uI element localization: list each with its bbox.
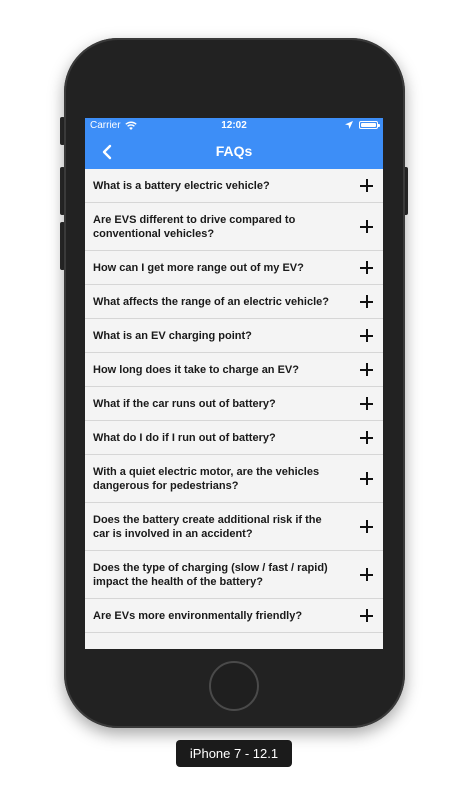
faq-question: Does the type of charging (slow / fast /… <box>93 561 328 588</box>
plus-icon[interactable] <box>360 363 373 376</box>
faq-item[interactable]: What if the car runs out of battery? <box>85 387 383 421</box>
plus-icon[interactable] <box>360 329 373 342</box>
faq-item[interactable]: How long does it take to charge an EV? <box>85 353 383 387</box>
faq-item[interactable]: With a quiet electric motor, are the veh… <box>85 455 383 503</box>
faq-item[interactable]: What is an EV charging point? <box>85 319 383 353</box>
plus-icon[interactable] <box>360 397 373 410</box>
faq-question: What do I do if I run out of battery? <box>93 431 276 444</box>
status-right-group <box>345 121 380 129</box>
faq-question: What is a battery electric vehicle? <box>93 179 270 192</box>
plus-icon[interactable] <box>360 520 373 533</box>
plus-icon[interactable] <box>360 609 373 622</box>
plus-icon[interactable] <box>360 295 373 308</box>
faq-item[interactable]: What is a battery electric vehicle? <box>85 169 383 203</box>
plus-icon[interactable] <box>360 431 373 444</box>
faq-question: How can I get more range out of my EV? <box>93 261 304 274</box>
faq-item[interactable]: Are EVs more environmentally friendly? <box>85 599 383 633</box>
plus-icon[interactable] <box>360 179 373 192</box>
status-bar: Carrier 12:02 <box>85 118 383 134</box>
faq-question: How long does it take to charge an EV? <box>93 363 299 376</box>
plus-icon[interactable] <box>360 261 373 274</box>
faq-item[interactable]: Are EVS different to drive compared to c… <box>85 203 383 251</box>
faq-item[interactable]: What affects the range of an electric ve… <box>85 285 383 319</box>
battery-icon <box>359 121 380 129</box>
status-time: 12:02 <box>221 120 247 131</box>
plus-icon[interactable] <box>360 568 373 581</box>
navigation-bar: FAQs <box>85 134 383 169</box>
location-icon <box>345 121 353 129</box>
home-button[interactable] <box>209 661 259 711</box>
plus-icon[interactable] <box>360 472 373 485</box>
simulator-stage: Carrier 12:02 FAQs What is a battery ele… <box>0 0 468 803</box>
faq-question: Are EVS different to drive compared to c… <box>93 213 296 240</box>
faq-question: What is an EV charging point? <box>93 329 252 342</box>
faq-question: Are EVs more environmentally friendly? <box>93 609 303 622</box>
page-title: FAQs <box>215 143 253 159</box>
faq-question: Does the battery create additional risk … <box>93 513 322 540</box>
app-screen: Carrier 12:02 FAQs What is a battery ele… <box>85 118 383 649</box>
faq-question: What if the car runs out of battery? <box>93 397 276 410</box>
faq-item[interactable]: What do I do if I run out of battery? <box>85 421 383 455</box>
faq-item[interactable]: Does the battery create additional risk … <box>85 503 383 551</box>
faq-item[interactable]: Does the type of charging (slow / fast /… <box>85 551 383 599</box>
faq-list: What is a battery electric vehicle? Are … <box>85 169 383 633</box>
plus-icon[interactable] <box>360 220 373 233</box>
faq-question: What affects the range of an electric ve… <box>93 295 329 308</box>
faq-question: With a quiet electric motor, are the veh… <box>93 465 320 492</box>
device-label: iPhone 7 - 12.1 <box>176 740 292 767</box>
faq-item[interactable]: How can I get more range out of my EV? <box>85 251 383 285</box>
